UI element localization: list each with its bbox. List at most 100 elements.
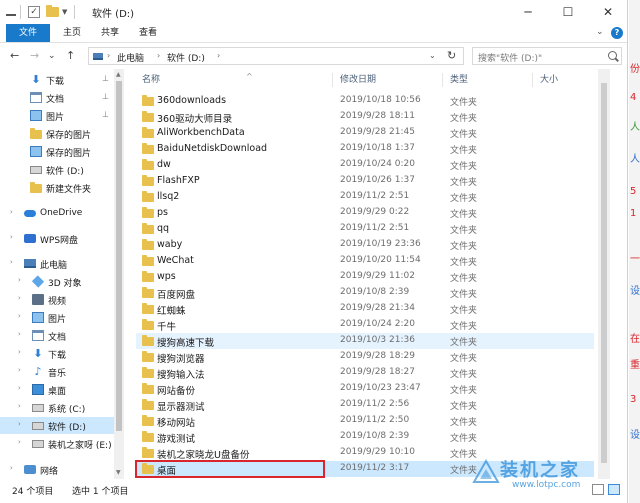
expand-chevron-icon[interactable]: › [18, 294, 21, 302]
sidebar-item[interactable]: › OneDrive [0, 205, 114, 222]
file-row[interactable]: 游戏测试 2019/10/8 2:39 文件夹 [136, 429, 594, 445]
file-date: 2019/9/28 21:45 [340, 127, 415, 137]
file-date: 2019/11/2 2:56 [340, 399, 410, 409]
sidebar-item[interactable]: › 图片 [0, 309, 114, 326]
navigation-pane-scrollbar[interactable]: ▲ ▼ [114, 69, 124, 479]
recent-locations-button[interactable]: ⌄ [48, 49, 56, 63]
file-row[interactable]: 千牛 2019/10/24 2:20 文件夹 [136, 317, 594, 333]
scrollbar-thumb[interactable] [601, 83, 607, 463]
sidebar-item[interactable]: 图片 ⊥ [0, 107, 114, 124]
expand-chevron-icon[interactable]: › [18, 348, 21, 356]
tab-share[interactable]: 共享 [92, 24, 128, 42]
minimize-button[interactable]: ─ [508, 0, 548, 24]
file-row[interactable]: FlashFXP 2019/10/26 1:37 文件夹 [136, 173, 594, 189]
sidebar-item[interactable]: › ⬇ 下载 [0, 345, 114, 362]
address-bar[interactable]: › 此电脑 › 软件 (D:) › ⌄ ↻ [88, 47, 464, 65]
sidebar-item[interactable]: 保存的图片 [0, 125, 114, 142]
file-row[interactable]: WeChat 2019/10/20 11:54 文件夹 [136, 253, 594, 269]
sidebar-item[interactable]: 新建文件夹 [0, 179, 114, 196]
column-header-name[interactable]: 名称 ^ [142, 69, 253, 91]
file-row[interactable]: wps 2019/9/29 11:02 文件夹 [136, 269, 594, 285]
tab-view[interactable]: 查看 [130, 24, 166, 42]
expand-chevron-icon[interactable]: › [18, 276, 21, 284]
scroll-up-icon[interactable]: ▲ [116, 71, 121, 78]
search-input[interactable]: 搜索"软件 (D:)" [472, 47, 622, 65]
expand-chevron-icon[interactable]: › [18, 420, 21, 428]
file-row[interactable]: 显示器测试 2019/11/2 2:56 文件夹 [136, 397, 594, 413]
refresh-icon[interactable]: ↻ [447, 49, 456, 62]
column-header-size[interactable]: 大小 [540, 69, 558, 91]
file-row[interactable]: 网站备份 2019/10/23 23:47 文件夹 [136, 381, 594, 397]
file-name: 搜狗输入法 [157, 370, 205, 381]
expand-chevron-icon[interactable]: › [10, 208, 13, 216]
expand-chevron-icon[interactable]: › [18, 384, 21, 392]
expand-chevron-icon[interactable]: › [18, 438, 21, 446]
sidebar-item[interactable]: › 桌面 [0, 381, 114, 398]
forward-button[interactable]: → [30, 49, 39, 63]
up-button[interactable]: ↑ [66, 49, 75, 63]
sidebar-item[interactable]: 保存的图片 [0, 143, 114, 160]
breadcrumb-this-pc[interactable]: 此电脑 [117, 51, 144, 64]
quick-access-save-icon[interactable] [6, 5, 16, 19]
expand-chevron-icon[interactable]: › [18, 402, 21, 410]
sidebar-item[interactable]: › 此电脑 [0, 255, 114, 272]
file-row[interactable]: dw 2019/10/24 0:20 文件夹 [136, 157, 594, 173]
sidebar-item[interactable]: 软件 (D:) [0, 161, 114, 178]
file-row[interactable]: 360downloads 2019/10/18 10:56 文件夹 [136, 93, 594, 109]
sidebar-item[interactable]: › 装机之家呀 (E:) [0, 435, 114, 452]
file-list-scrollbar[interactable] [598, 69, 610, 479]
file-row[interactable]: 红蜘蛛 2019/9/28 21:34 文件夹 [136, 301, 594, 317]
sidebar-item[interactable]: › 3D 对象 [0, 273, 114, 290]
sidebar-item[interactable]: ⬇ 下载 ⊥ [0, 71, 114, 88]
sidebar-item[interactable]: › ♪ 音乐 [0, 363, 114, 380]
quick-access-new-folder-icon[interactable] [46, 5, 59, 19]
sidebar-item[interactable]: › 文档 [0, 327, 114, 344]
file-row[interactable]: waby 2019/10/19 23:36 文件夹 [136, 237, 594, 253]
network-icon [24, 465, 36, 474]
file-row[interactable]: AliWorkbenchData 2019/9/28 21:45 文件夹 [136, 125, 594, 141]
sidebar-item[interactable]: › 网络 [0, 461, 114, 478]
quick-access-properties-icon[interactable]: ✓ [28, 5, 40, 19]
expand-chevron-icon[interactable]: › [10, 258, 13, 266]
file-row[interactable]: 百度网盘 2019/10/8 2:39 文件夹 [136, 285, 594, 301]
sidebar-item-label: 文档 [48, 333, 67, 343]
tab-file[interactable]: 文件 [6, 24, 50, 42]
file-row[interactable]: ps 2019/9/29 0:22 文件夹 [136, 205, 594, 221]
expand-chevron-icon[interactable]: › [10, 464, 13, 472]
back-button[interactable]: ← [10, 49, 19, 63]
sidebar-item[interactable]: › 软件 (D:) [0, 417, 114, 434]
sidebar-item[interactable]: › 系统 (C:) [0, 399, 114, 416]
column-separator[interactable] [332, 73, 333, 87]
tab-home[interactable]: 主页 [54, 24, 90, 42]
scroll-down-icon[interactable]: ▼ [116, 469, 121, 476]
file-row[interactable]: 移动网站 2019/11/2 2:50 文件夹 [136, 413, 594, 429]
expand-chevron-icon[interactable]: › [10, 233, 13, 241]
column-header-date[interactable]: 修改日期 [340, 69, 376, 91]
sidebar-item[interactable]: 文档 ⊥ [0, 89, 114, 106]
column-separator[interactable] [442, 73, 443, 87]
details-view-icon[interactable] [592, 484, 604, 495]
file-row[interactable]: 搜狗输入法 2019/9/28 18:27 文件夹 [136, 365, 594, 381]
breadcrumb-drive-d[interactable]: 软件 (D:) [167, 51, 205, 64]
large-icons-view-icon[interactable] [608, 484, 620, 495]
expand-chevron-icon[interactable]: › [18, 312, 21, 320]
quick-access-dropdown-icon[interactable]: ▼ [62, 5, 67, 19]
file-row[interactable]: qq 2019/11/2 2:51 文件夹 [136, 221, 594, 237]
close-button[interactable]: ✕ [588, 0, 627, 24]
sidebar-item[interactable]: › WPS网盘 [0, 230, 114, 247]
maximize-button[interactable]: ☐ [548, 0, 588, 24]
file-row[interactable]: 搜狗高速下载 2019/10/3 21:36 文件夹 [136, 333, 594, 349]
scrollbar-thumb[interactable] [116, 81, 122, 431]
sidebar-item[interactable]: › 视频 [0, 291, 114, 308]
column-separator[interactable] [532, 73, 533, 87]
column-header-type[interactable]: 类型 [450, 69, 468, 91]
address-dropdown-icon[interactable]: ⌄ [429, 51, 436, 60]
file-row[interactable]: BaiduNetdiskDownload 2019/10/18 1:37 文件夹 [136, 141, 594, 157]
expand-chevron-icon[interactable]: › [18, 330, 21, 338]
file-row[interactable]: 360驱动大师目录 2019/9/28 18:11 文件夹 [136, 109, 594, 125]
help-icon[interactable]: ? [611, 27, 623, 39]
ribbon-expand-icon[interactable]: ⌄ [596, 27, 604, 37]
expand-chevron-icon[interactable]: › [18, 366, 21, 374]
file-row[interactable]: 搜狗浏览器 2019/9/28 18:29 文件夹 [136, 349, 594, 365]
file-row[interactable]: llsq2 2019/11/2 2:51 文件夹 [136, 189, 594, 205]
